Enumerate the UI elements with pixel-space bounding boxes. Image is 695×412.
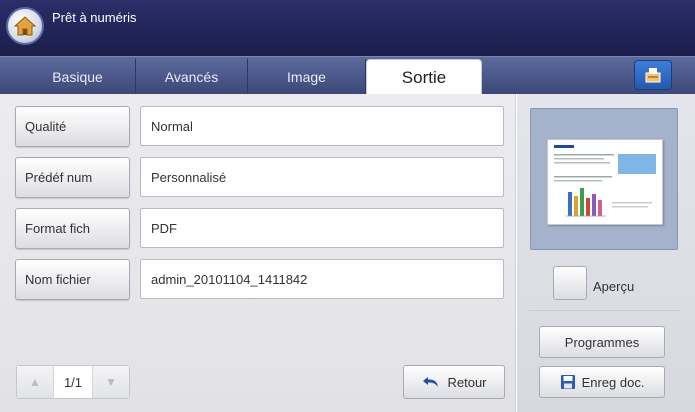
top-bar: Prêt à numéris xyxy=(0,0,695,56)
nom-fichier-value[interactable]: admin_20101104_1411842 xyxy=(140,259,504,299)
job-status-button[interactable] xyxy=(634,60,672,90)
predef-num-button[interactable]: Prédéf num xyxy=(15,157,130,198)
qualite-value[interactable]: Normal xyxy=(140,106,504,146)
programmes-button[interactable]: Programmes xyxy=(539,326,665,358)
programmes-label: Programmes xyxy=(564,334,640,350)
retour-button[interactable]: Retour xyxy=(403,365,505,399)
side-panel: Aperçu Programmes Enreg doc. xyxy=(517,94,695,412)
app-title: Prêt à numéris xyxy=(52,10,137,25)
tab-avances[interactable]: Avancés xyxy=(136,59,248,95)
triangle-down-icon: ▼ xyxy=(105,375,117,389)
home-icon xyxy=(13,16,37,36)
document-preview[interactable] xyxy=(530,108,678,250)
apercu-toggle[interactable]: Aperçu xyxy=(553,266,634,300)
predef-num-value[interactable]: Personnalisé xyxy=(140,157,504,197)
apercu-checkbox[interactable] xyxy=(553,266,587,300)
settings-panel: Qualité Normal Prédéf num Personnalisé F… xyxy=(0,94,516,412)
apercu-label: Aperçu xyxy=(593,278,635,294)
divider xyxy=(529,310,681,311)
format-fich-button[interactable]: Format fich xyxy=(15,208,130,249)
home-button[interactable] xyxy=(6,7,44,45)
tab-strip: Basique Avancés Image Sortie xyxy=(0,56,695,95)
enreg-doc-label: Enreg doc. xyxy=(581,374,645,390)
enreg-doc-button[interactable]: Enreg doc. xyxy=(539,366,665,398)
job-status-icon xyxy=(645,68,661,83)
page-indicator: 1/1 xyxy=(53,366,93,398)
nom-fichier-button[interactable]: Nom fichier xyxy=(15,259,130,300)
undo-arrow-icon xyxy=(423,377,439,387)
preview-thumbnail xyxy=(547,139,663,225)
document-thumbnail-image xyxy=(554,145,656,217)
page-up-button[interactable]: ▲ xyxy=(17,366,53,398)
format-fich-value[interactable]: PDF xyxy=(140,208,504,248)
save-floppy-icon xyxy=(560,375,575,389)
tab-sortie[interactable]: Sortie xyxy=(366,59,482,95)
tab-basique[interactable]: Basique xyxy=(20,59,136,95)
page-down-button[interactable]: ▼ xyxy=(93,366,129,398)
pager: ▲ 1/1 ▼ xyxy=(16,365,130,399)
tab-image[interactable]: Image xyxy=(248,59,366,95)
triangle-up-icon: ▲ xyxy=(29,375,41,389)
retour-label: Retour xyxy=(447,374,487,390)
qualite-button[interactable]: Qualité xyxy=(15,106,130,147)
